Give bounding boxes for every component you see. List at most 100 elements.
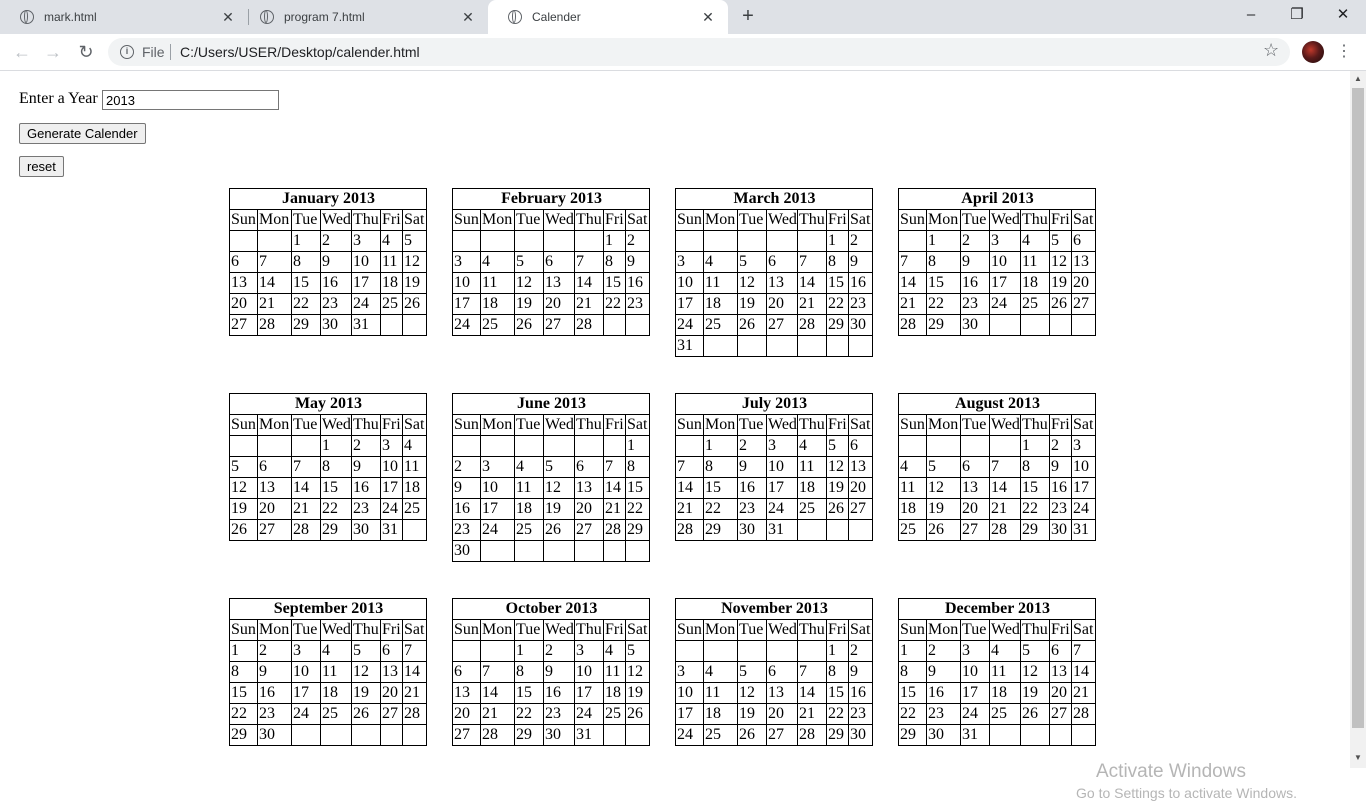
day-cell: 20 <box>543 293 575 315</box>
day-cell: 2 <box>452 456 481 478</box>
day-cell: 23 <box>543 703 575 725</box>
day-cell <box>291 724 321 746</box>
day-cell <box>543 230 575 252</box>
vertical-scrollbar[interactable]: ▲ ▼ <box>1350 71 1366 768</box>
day-cell <box>402 519 427 541</box>
weekday-header: Sun <box>898 209 927 231</box>
weekday-header: Fri <box>380 414 403 436</box>
day-cell: 11 <box>797 456 827 478</box>
day-cell: 4 <box>797 435 827 457</box>
day-cell: 14 <box>797 682 827 704</box>
year-input[interactable] <box>102 90 279 110</box>
month-title: July 2013 <box>675 393 873 415</box>
day-cell: 20 <box>452 703 481 725</box>
kebab-menu-icon[interactable]: ⋮ <box>1336 40 1352 64</box>
day-cell: 23 <box>257 703 292 725</box>
day-cell: 2 <box>320 230 352 252</box>
weekday-header: Mon <box>257 619 292 641</box>
day-cell: 5 <box>402 230 427 252</box>
day-cell: 22 <box>826 703 849 725</box>
day-cell: 4 <box>1020 230 1050 252</box>
day-cell: 2 <box>543 640 575 662</box>
back-arrow-icon[interactable]: ← <box>10 40 34 64</box>
day-cell <box>480 435 515 457</box>
reset-button[interactable]: reset <box>19 156 64 177</box>
day-cell <box>737 230 767 252</box>
day-cell: 5 <box>625 640 650 662</box>
minimize-icon[interactable]: – <box>1228 0 1274 30</box>
scrollbar-thumb[interactable] <box>1352 88 1364 728</box>
scroll-down-arrow-icon[interactable]: ▼ <box>1350 753 1366 762</box>
profile-avatar[interactable] <box>1302 41 1324 63</box>
day-cell: 18 <box>797 477 827 499</box>
day-cell: 21 <box>675 498 704 520</box>
day-cell: 16 <box>543 682 575 704</box>
day-cell: 31 <box>766 519 798 541</box>
day-cell: 25 <box>703 724 738 746</box>
day-cell: 2 <box>257 640 292 662</box>
day-cell: 1 <box>320 435 352 457</box>
day-cell: 22 <box>1020 498 1050 520</box>
weekday-header: Sun <box>229 619 258 641</box>
tab-calender[interactable]: Calender ✕ <box>488 0 728 34</box>
day-cell <box>1071 724 1096 746</box>
day-cell: 17 <box>766 477 798 499</box>
day-cell: 21 <box>574 293 604 315</box>
weekday-header: Fri <box>826 414 849 436</box>
day-cell: 2 <box>625 230 650 252</box>
generate-calender-button[interactable]: Generate Calender <box>19 123 146 144</box>
day-cell: 8 <box>625 456 650 478</box>
weekday-header: Sat <box>848 619 873 641</box>
day-cell: 9 <box>848 251 873 273</box>
info-icon[interactable]: i <box>120 45 134 59</box>
url-text[interactable]: C:/Users/USER/Desktop/calender.html <box>180 44 420 60</box>
day-cell: 22 <box>826 293 849 315</box>
day-cell: 22 <box>625 498 650 520</box>
day-cell <box>257 435 292 457</box>
weekday-header: Fri <box>1049 619 1072 641</box>
close-icon[interactable]: ✕ <box>220 9 236 26</box>
tab-program-7[interactable]: program 7.html ✕ <box>240 0 488 34</box>
weekday-header: Thu <box>797 414 827 436</box>
day-cell: 1 <box>603 230 626 252</box>
weekday-header: Sat <box>1071 414 1096 436</box>
day-cell: 8 <box>826 251 849 273</box>
day-cell: 18 <box>703 703 738 725</box>
day-cell: 26 <box>1049 293 1072 315</box>
day-cell: 13 <box>960 477 990 499</box>
weekday-header: Thu <box>797 209 827 231</box>
month-title: January 2013 <box>229 188 427 210</box>
close-icon[interactable]: ✕ <box>700 9 716 26</box>
restore-icon[interactable]: ❐ <box>1274 0 1320 30</box>
day-cell: 19 <box>737 703 767 725</box>
day-cell: 12 <box>1049 251 1072 273</box>
day-cell: 28 <box>480 724 515 746</box>
address-bar[interactable]: i File C:/Users/USER/Desktop/calender.ht… <box>108 38 1290 66</box>
new-tab-plus-icon[interactable]: + <box>736 4 760 28</box>
day-cell: 3 <box>574 640 604 662</box>
close-icon[interactable]: ✕ <box>460 9 476 26</box>
tab-mark[interactable]: mark.html ✕ <box>0 0 248 34</box>
bookmark-star-icon[interactable]: ☆ <box>1263 40 1279 61</box>
day-cell <box>766 640 798 662</box>
day-cell: 9 <box>452 477 481 499</box>
day-cell <box>320 724 352 746</box>
weekday-header: Tue <box>291 209 321 231</box>
day-cell <box>543 540 575 562</box>
day-cell: 14 <box>797 272 827 294</box>
day-cell: 27 <box>452 724 481 746</box>
forward-arrow-icon[interactable]: → <box>41 40 65 64</box>
day-cell: 30 <box>926 724 961 746</box>
day-cell: 22 <box>229 703 258 725</box>
weekday-header: Sat <box>625 209 650 231</box>
scroll-up-arrow-icon[interactable]: ▲ <box>1350 74 1366 83</box>
weekday-header: Thu <box>351 209 381 231</box>
day-cell: 7 <box>480 661 515 683</box>
day-cell <box>603 314 626 336</box>
close-window-icon[interactable]: ✕ <box>1320 0 1366 30</box>
day-cell: 2 <box>848 230 873 252</box>
day-cell: 10 <box>291 661 321 683</box>
day-cell <box>380 314 403 336</box>
reload-icon[interactable]: ↻ <box>74 40 98 64</box>
month-title: August 2013 <box>898 393 1096 415</box>
